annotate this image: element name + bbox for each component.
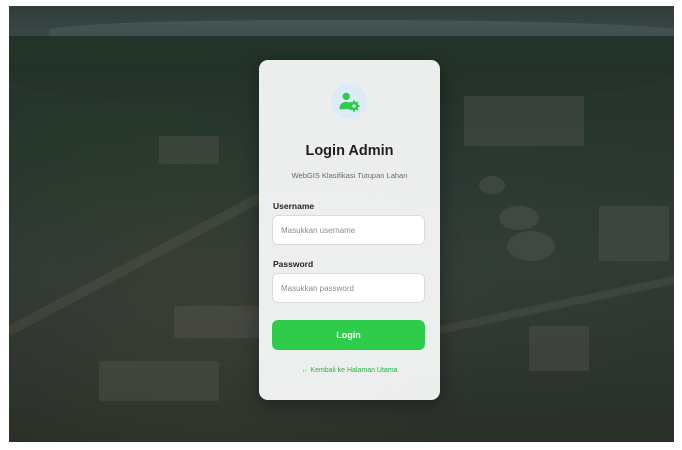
login-button[interactable]: Login (272, 320, 425, 350)
username-label: Username (273, 201, 315, 211)
back-to-home-link[interactable]: ← Kembali ke Halaman Utama (259, 367, 440, 374)
username-input[interactable] (272, 215, 425, 245)
page-title: Login Admin (305, 143, 394, 159)
login-card: Login Admin WebGIS Klasifikasi Tutupan L… (259, 60, 440, 400)
password-label: Password (273, 259, 314, 269)
logo-badge (331, 83, 367, 119)
user-gear-icon (339, 92, 360, 112)
password-input[interactable] (272, 273, 425, 303)
page-subtitle: WebGIS Klasifikasi Tutupan Lahan (291, 171, 408, 180)
